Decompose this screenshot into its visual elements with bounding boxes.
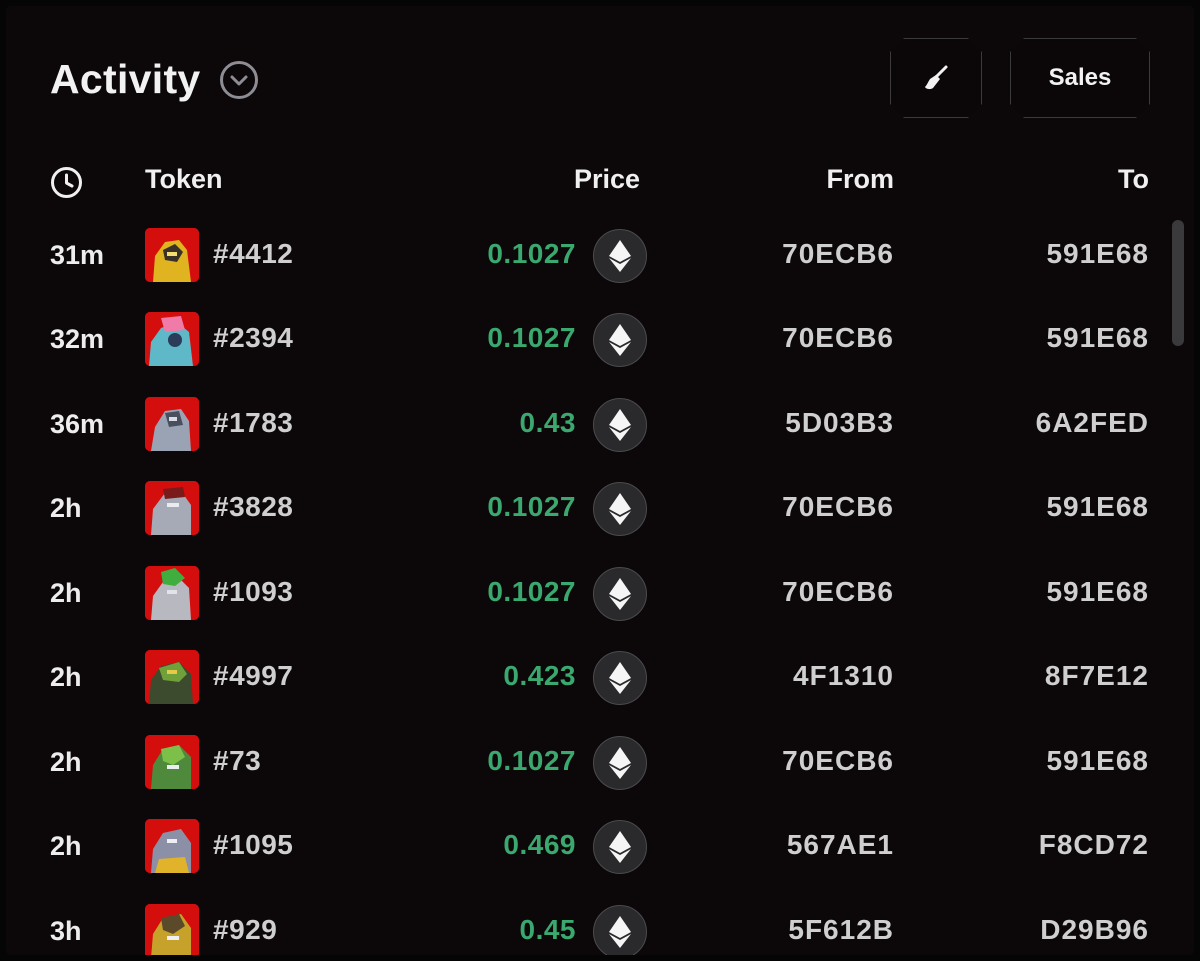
token-thumbnail[interactable] [145,397,199,451]
row-time: 32m [50,324,105,354]
price-value: 0.469 [503,829,576,860]
to-address[interactable]: 591E68 [1046,491,1149,523]
column-header-to: To [1118,164,1149,194]
table-row[interactable]: 2h #1095 0.469 567AE1 F8CD72 [6,803,1194,887]
token-id[interactable]: #4997 [213,660,293,692]
eth-icon [593,736,647,790]
eth-icon [593,820,647,874]
table-row[interactable]: 2h #1093 0.1027 70ECB6 591E68 [6,550,1194,634]
price-value: 0.423 [503,660,576,691]
from-address[interactable]: 5F612B [788,914,894,946]
token-thumbnail[interactable] [145,819,199,873]
eth-icon [593,313,647,367]
token-thumbnail[interactable] [145,312,199,366]
token-thumbnail[interactable] [145,481,199,535]
from-address[interactable]: 70ECB6 [782,745,894,777]
token-thumbnail[interactable] [145,650,199,704]
table-row[interactable]: 2h #73 0.1027 70ECB6 591E68 [6,719,1194,803]
from-address[interactable]: 70ECB6 [782,322,894,354]
broom-icon [921,63,951,93]
token-thumbnail[interactable] [145,228,199,282]
token-id[interactable]: #73 [213,745,261,777]
to-address[interactable]: 591E68 [1046,238,1149,270]
token-thumbnail[interactable] [145,566,199,620]
price-value: 0.1027 [487,576,576,607]
token-id[interactable]: #1093 [213,576,293,608]
to-address[interactable]: 591E68 [1046,322,1149,354]
token-thumbnail[interactable] [145,735,199,789]
activity-header: Activity Sales [6,6,1194,146]
eth-icon [593,651,647,705]
token-id[interactable]: #2394 [213,322,293,354]
eth-icon [593,398,647,452]
price-value: 0.45 [519,914,576,945]
eth-icon [593,905,647,955]
table-row[interactable]: 36m #1783 0.43 5D03B3 6A2FED [6,381,1194,465]
to-address[interactable]: D29B96 [1040,914,1149,946]
token-id[interactable]: #1095 [213,829,293,861]
table-row[interactable]: 3h #929 0.45 5F612B D29B96 [6,888,1194,955]
from-address[interactable]: 4F1310 [793,660,894,692]
row-time: 31m [50,240,105,270]
price-value: 0.1027 [487,745,576,776]
eth-icon [593,567,647,621]
clock-icon [51,167,82,198]
token-thumbnail[interactable] [145,904,199,955]
table-row[interactable]: 31m #4412 0.1027 70ECB6 591E68 [6,212,1194,296]
token-id[interactable]: #4412 [213,238,293,270]
page-title: Activity [50,56,201,102]
row-time: 3h [50,916,82,946]
row-time: 36m [50,409,105,439]
to-address[interactable]: 6A2FED [1036,407,1149,439]
token-id[interactable]: #1783 [213,407,293,439]
table-row[interactable]: 32m #2394 0.1027 70ECB6 591E68 [6,296,1194,380]
table-row[interactable]: 2h #4997 0.423 4F1310 8F7E12 [6,634,1194,718]
column-header-price: Price [573,164,640,194]
chevron-down-circle-icon[interactable] [219,60,259,100]
from-address[interactable]: 5D03B3 [785,407,894,439]
from-address[interactable]: 70ECB6 [782,238,894,270]
eth-icon [593,229,647,283]
from-address[interactable]: 567AE1 [787,829,894,861]
to-address[interactable]: 591E68 [1046,745,1149,777]
column-header-token: Token [145,164,223,194]
from-address[interactable]: 70ECB6 [782,576,894,608]
price-value: 0.1027 [487,491,576,522]
to-address[interactable]: 8F7E12 [1045,660,1149,692]
price-value: 0.1027 [487,238,576,269]
to-address[interactable]: F8CD72 [1039,829,1149,861]
price-value: 0.43 [519,407,576,438]
token-id[interactable]: #3828 [213,491,293,523]
column-header-from: From [826,164,895,194]
clear-filters-button[interactable] [890,38,982,118]
sales-filter-button[interactable]: Sales [1010,38,1150,118]
token-id[interactable]: #929 [213,914,277,946]
activity-title-dropdown[interactable]: Activity [50,56,259,103]
to-address[interactable]: 591E68 [1046,576,1149,608]
price-value: 0.1027 [487,322,576,353]
from-address[interactable]: 70ECB6 [782,491,894,523]
row-time: 2h [50,493,82,523]
sales-filter-label: Sales [1048,64,1112,91]
scrollbar-thumb[interactable] [1172,220,1184,346]
row-time: 2h [50,831,82,861]
row-time: 2h [50,662,82,692]
row-time: 2h [50,578,82,608]
table-row[interactable]: 2h #3828 0.1027 70ECB6 591E68 [6,465,1194,549]
row-time: 2h [50,747,82,777]
activity-panel: Activity Sales Token Price From To 31m #… [6,6,1194,955]
eth-icon [593,482,647,536]
